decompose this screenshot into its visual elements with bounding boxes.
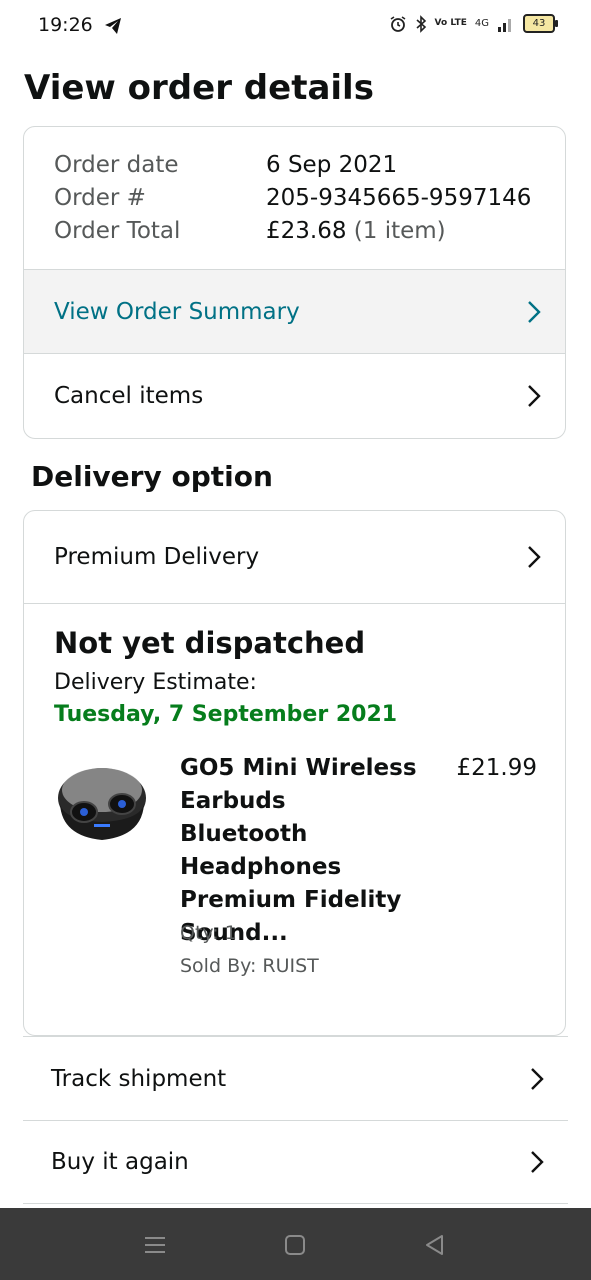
delivery-section-title: Delivery option [31, 460, 273, 493]
order-number-value: 205-9345665-9597146 [266, 185, 532, 211]
order-total-label: Order Total [54, 218, 181, 244]
buy-it-again-label: Buy it again [51, 1149, 189, 1175]
product-quantity: Qty: 1 [180, 922, 237, 944]
alarm-icon [390, 15, 405, 32]
chevron-right-icon [528, 300, 541, 323]
chevron-right-icon [528, 384, 541, 407]
page-title: View order details [24, 68, 374, 108]
view-order-summary-link[interactable]: View Order Summary [24, 269, 565, 353]
order-info-grid: Order date 6 Sep 2021 Order # 205-934566… [54, 149, 531, 248]
bluetooth-icon [416, 14, 426, 33]
shipment-section: Not yet dispatched Delivery Estimate: Tu… [24, 603, 565, 1035]
premium-delivery-row[interactable]: Premium Delivery [24, 511, 565, 603]
status-bar: 19:26 Vo LTE 4G 43 [0, 0, 591, 52]
delivery-option-label: Premium Delivery [54, 544, 260, 570]
network-label: 4G [474, 18, 489, 29]
chevron-right-icon [531, 1151, 544, 1173]
order-date-row: Order date 6 Sep 2021 [54, 149, 531, 182]
product-seller: Sold By: RUIST [180, 955, 319, 977]
order-total-amount: £23.68 [266, 218, 347, 244]
track-shipment-button[interactable]: Track shipment [23, 1036, 568, 1120]
cancel-items-button[interactable]: Cancel items [24, 353, 565, 437]
back-icon[interactable] [422, 1232, 448, 1258]
buy-it-again-button[interactable]: Buy it again [23, 1120, 568, 1204]
product-title[interactable]: GO5 Mini Wireless Earbuds Bluetooth Head… [180, 752, 420, 950]
order-info-card: Order date 6 Sep 2021 Order # 205-934566… [23, 126, 566, 439]
shipment-status: Not yet dispatched [54, 626, 366, 660]
order-number-label: Order # [54, 185, 146, 211]
status-time: 19:26 [38, 14, 93, 36]
delivery-estimate-label: Delivery Estimate: [54, 670, 257, 695]
telegram-icon [105, 18, 121, 34]
view-order-summary-label: View Order Summary [54, 298, 300, 325]
signal-icon [498, 18, 511, 32]
order-total-items: (1 item) [353, 218, 446, 244]
chevron-right-icon [528, 546, 541, 568]
track-shipment-label: Track shipment [51, 1065, 227, 1092]
order-total-row: Order Total £23.68 (1 item) [54, 215, 531, 248]
chevron-right-icon [531, 1067, 544, 1090]
delivery-estimate-date: Tuesday, 7 September 2021 [54, 702, 398, 727]
navigation-bar [0, 1208, 591, 1280]
order-number-row: Order # 205-9345665-9597146 [54, 182, 531, 215]
product-price: £21.99 [456, 755, 537, 781]
order-date-label: Order date [54, 152, 179, 178]
delivery-card: Premium Delivery Not yet dispatched Deli… [23, 510, 566, 1036]
home-icon[interactable] [282, 1232, 308, 1258]
status-icons: Vo LTE 4G 43 [389, 14, 558, 33]
order-total-value: £23.68 (1 item) [266, 215, 446, 248]
battery-icon: 43 [523, 14, 558, 33]
menu-icon[interactable] [142, 1232, 168, 1258]
order-date-value: 6 Sep 2021 [266, 152, 398, 178]
product-image[interactable] [50, 754, 154, 850]
cancel-items-label: Cancel items [54, 382, 204, 409]
volte-icon: Vo LTE [434, 18, 467, 28]
